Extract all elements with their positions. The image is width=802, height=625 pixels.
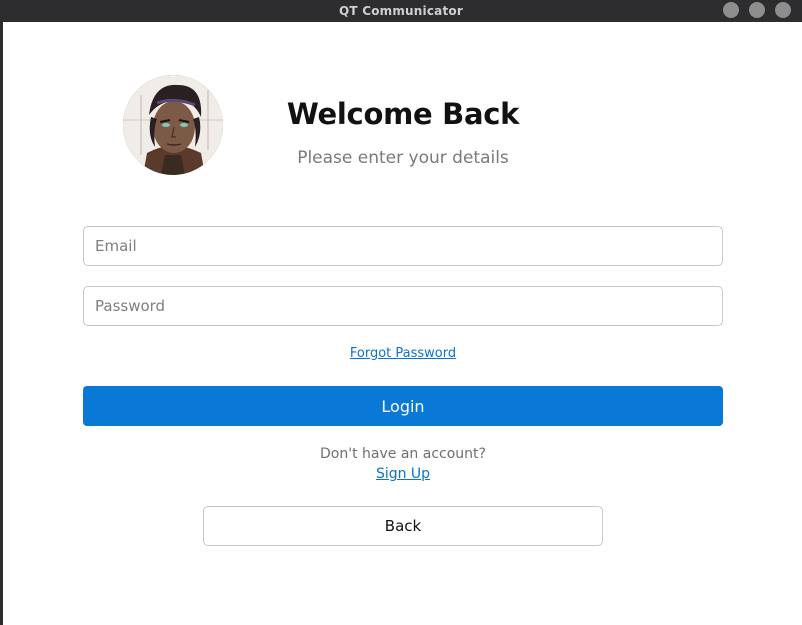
window-title: QT Communicator: [339, 4, 463, 18]
avatar-illustration: [123, 75, 223, 175]
no-account-text: Don't have an account?: [320, 446, 486, 462]
title-bar[interactable]: QT Communicator: [0, 0, 802, 22]
login-panel: Welcome Back Please enter your details F…: [3, 22, 802, 625]
forgot-password-link[interactable]: Forgot Password: [83, 346, 723, 361]
window-controls: [723, 2, 791, 18]
page-subtitle: Please enter your details: [297, 148, 509, 168]
page-title: Welcome Back: [286, 97, 520, 131]
close-button[interactable]: [775, 2, 791, 18]
back-button[interactable]: Back: [203, 506, 603, 546]
login-window: QT Communicator Welcome Back Please ente…: [0, 0, 802, 625]
email-field[interactable]: [83, 226, 723, 266]
maximize-button[interactable]: [749, 2, 765, 18]
password-field[interactable]: [83, 286, 723, 326]
minimize-button[interactable]: [723, 2, 739, 18]
sign-up-link[interactable]: Sign Up: [83, 466, 723, 482]
login-button[interactable]: Login: [83, 386, 723, 426]
user-avatar-icon: [123, 75, 223, 175]
